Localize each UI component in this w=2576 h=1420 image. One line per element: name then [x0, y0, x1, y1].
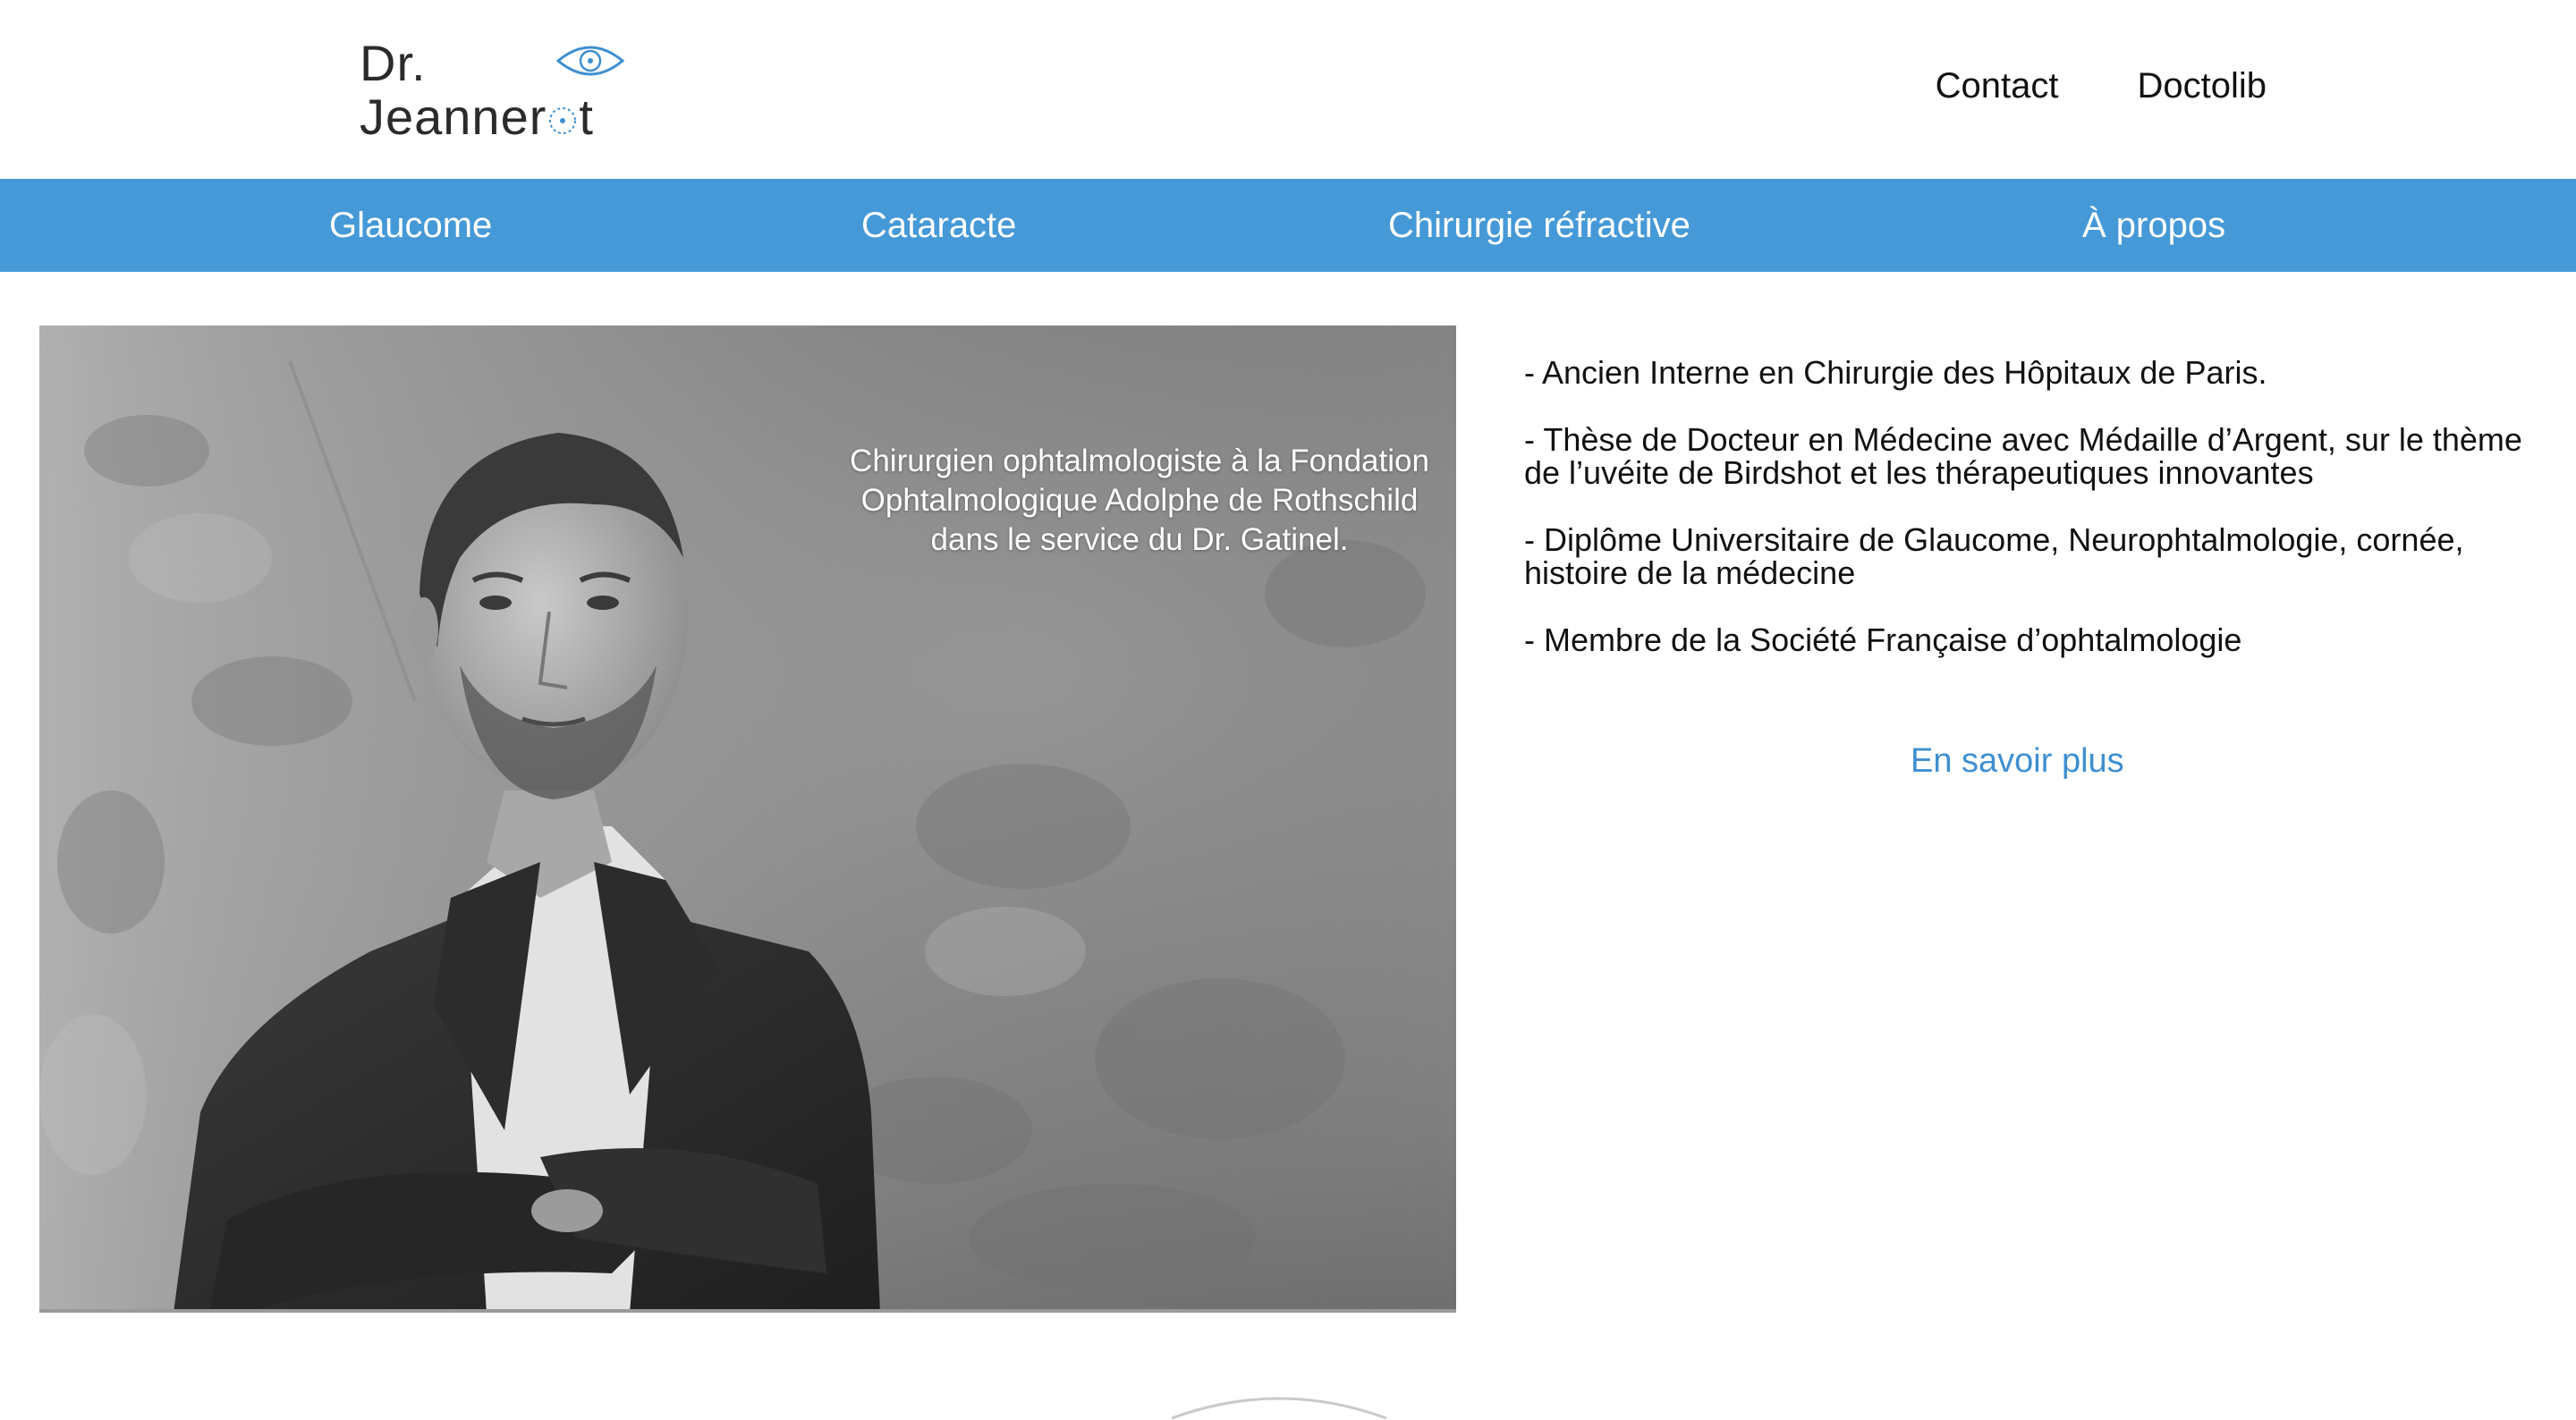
iris-icon	[549, 107, 577, 134]
photo-caption: Chirurgien ophtalmologiste à la Fondatio…	[850, 444, 1429, 557]
doctor-portrait-photo: Chirurgien ophtalmologiste à la Fondatio…	[39, 325, 1456, 1313]
logo-text-line2-end: t	[579, 89, 594, 145]
eye-icon	[555, 46, 625, 76]
nav-item-a-propos[interactable]: À propos	[2082, 179, 2225, 272]
site-logo[interactable]: Dr. Jeanner t	[360, 34, 646, 150]
logo-text-line2: Jeanner t	[360, 88, 594, 147]
nav-item-glaucome[interactable]: Glaucome	[329, 179, 492, 272]
contact-link[interactable]: Contact	[1936, 63, 2059, 109]
decorative-arc	[1171, 1397, 1387, 1420]
doctolib-link[interactable]: Doctolib	[2137, 63, 2267, 109]
credential-item: - Ancien Interne en Chirurgie des Hôpita…	[1524, 354, 2267, 391]
nav-item-cataracte[interactable]: Cataracte	[861, 179, 1016, 272]
top-links: Contact Doctolib	[1936, 63, 2267, 109]
site-header: Dr. Jeanner t Contact Doctolib	[0, 0, 2576, 179]
credential-item: - Thèse de Docteur en Médecine avec Méda…	[1524, 421, 2522, 491]
main-nav: Glaucome Cataracte Chirurgie réfractive …	[0, 179, 2576, 272]
credential-item: - Diplôme Universitaire de Glaucome, Neu…	[1524, 521, 2464, 591]
credential-item: - Membre de la Société Française d’ophta…	[1524, 621, 2242, 658]
credentials-list: - Ancien Interne en Chirurgie des Hôpita…	[1524, 356, 2544, 690]
logo-text-line1: Dr.	[360, 35, 427, 91]
logo-text-line2-start: Jeanner	[360, 89, 547, 145]
learn-more-link[interactable]: En savoir plus	[1911, 742, 2124, 781]
nav-item-chirurgie-refractive[interactable]: Chirurgie réfractive	[1388, 179, 1690, 272]
